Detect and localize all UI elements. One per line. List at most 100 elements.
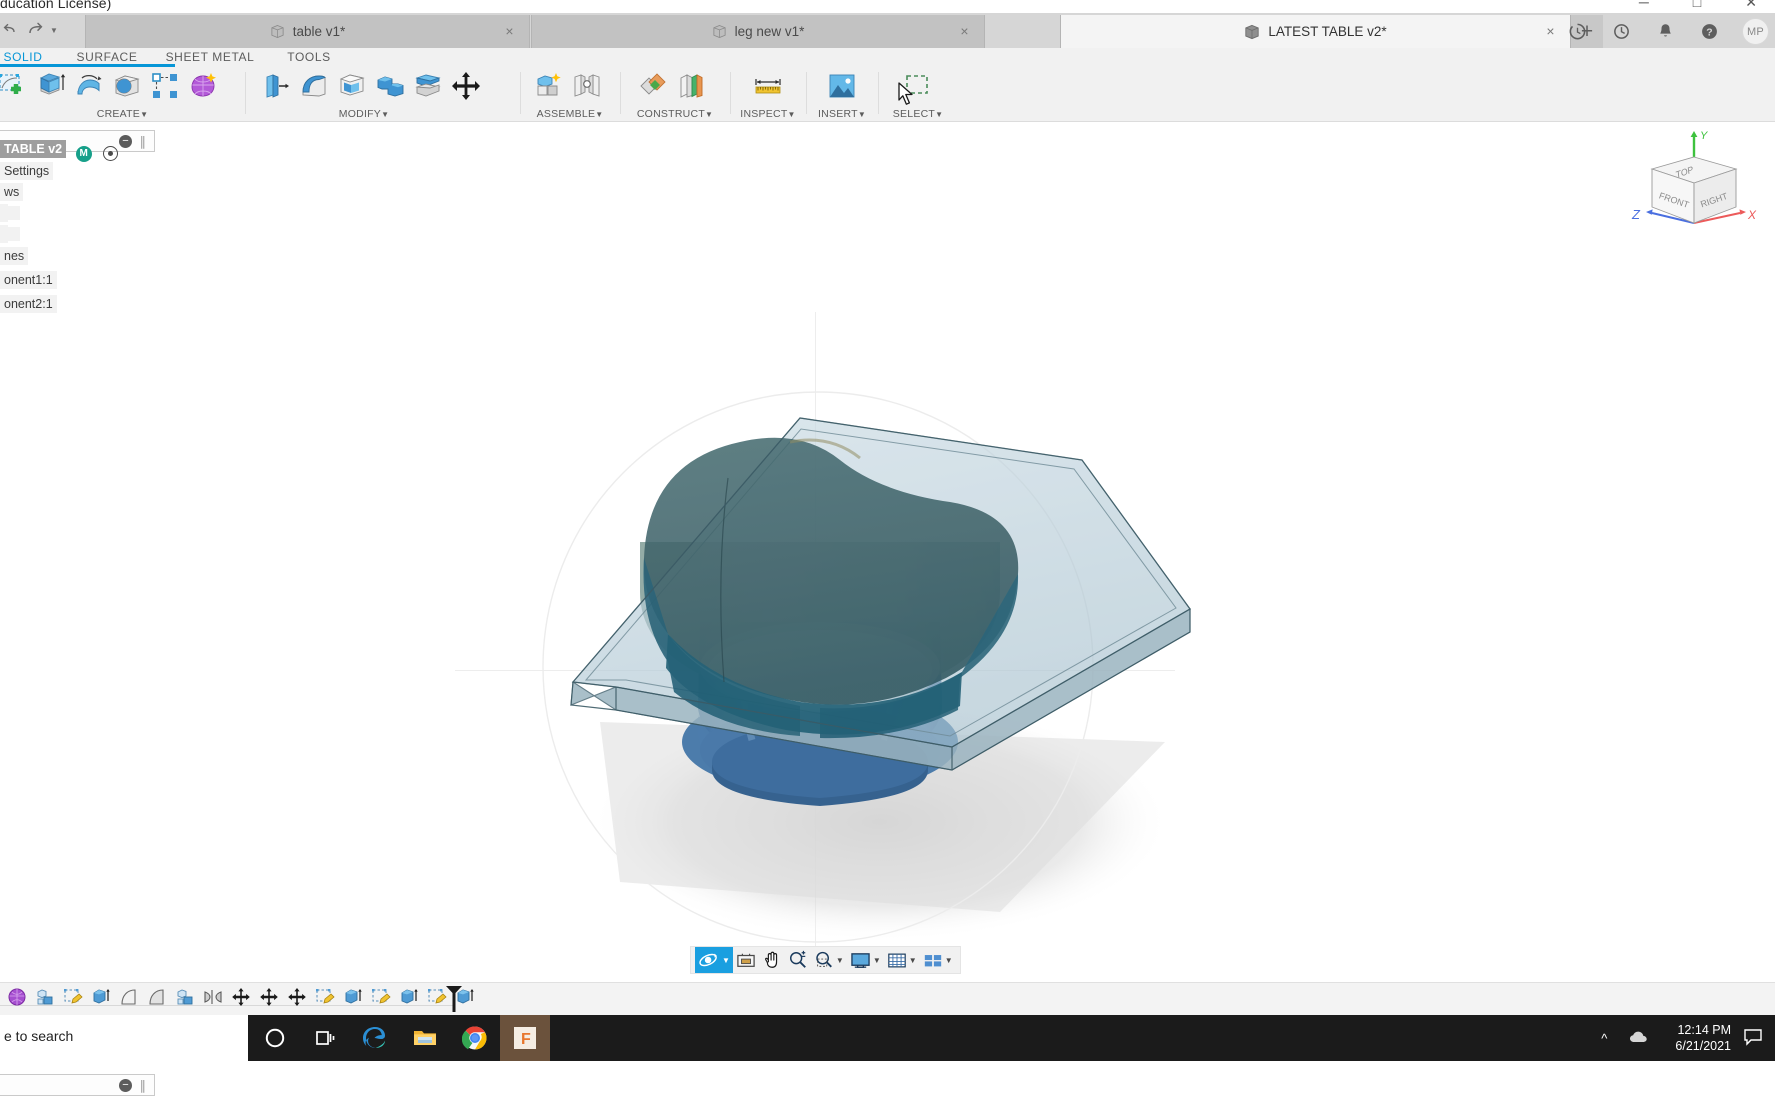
insert-image-icon[interactable] [823,68,861,104]
redo-dropdown-icon[interactable]: ▼ [50,26,58,35]
browser-row-planes[interactable]: nes [0,247,29,265]
offset-plane-icon[interactable] [634,68,672,104]
timeline-feature-extrude[interactable] [90,986,112,1008]
browser-row-document[interactable]: TABLE v2 M [0,140,119,162]
pattern-icon[interactable] [146,68,184,104]
joint-icon[interactable] [568,68,606,104]
undo-icon[interactable] [2,21,18,40]
document-tab-table-v1[interactable]: table v1* × [85,15,530,48]
browser-row-settings[interactable]: Settings [0,162,54,180]
close-icon[interactable]: ✕ [1745,0,1757,11]
ribbon-panel-inspect-label[interactable]: INSPECT▼ [730,108,806,120]
redo-icon[interactable] [26,20,44,41]
browser-row-component2[interactable]: onent2:1 [0,295,57,313]
select-window-icon[interactable] [899,68,937,104]
collapse-minus-icon[interactable]: − [119,1079,132,1092]
ribbon-panel-construct-label[interactable]: CONSTRUCT▼ [620,108,730,120]
chevron-down-icon[interactable]: ▼ [722,956,730,965]
measure-icon[interactable] [749,68,787,104]
combine-icon[interactable] [371,68,409,104]
timeline-feature-extrude-3[interactable] [398,986,420,1008]
ribbon-panel-select-label[interactable]: SELECT▼ [878,108,958,120]
split-face-icon[interactable] [409,68,447,104]
document-tab-latest-table-v2[interactable]: LATEST TABLE v2* × [1060,15,1571,48]
task-view-icon[interactable] [300,1015,350,1061]
model-canvas[interactable]: Y X Z TOP FRONT RIGHT [0,122,1775,974]
timeline-feature-move-2[interactable] [258,986,280,1008]
viewports-icon[interactable]: ▼ [920,947,956,973]
timeline-feature-move-1[interactable] [230,986,252,1008]
browser-row-views[interactable]: ws [0,183,24,201]
plane-through-icon[interactable] [672,68,710,104]
cortana-icon[interactable] [250,1015,300,1061]
minimize-icon[interactable]: ─ [1639,0,1649,11]
comments-panel-bar[interactable]: − ∥ [0,1074,155,1096]
chevron-down-icon[interactable]: ▼ [909,956,917,965]
microsoft-edge-icon[interactable] [350,1015,400,1061]
extrude-icon[interactable] [32,68,70,104]
timeline-feature-extrude-2[interactable] [342,986,364,1008]
timeline-feature-sketch-2[interactable] [314,986,336,1008]
shell-icon[interactable] [333,68,371,104]
file-explorer-icon[interactable] [400,1015,450,1061]
quick-access-toolbar[interactable]: ▼ [0,13,75,48]
ribbon-tab-sheet-metal[interactable]: SHEET METAL [160,49,260,64]
taskbar-search-box[interactable]: e to search [0,1015,248,1061]
browser-row-blank-1[interactable] [0,204,20,222]
tab-close-icon[interactable]: × [957,24,972,39]
visibility-eye-icon[interactable] [103,146,119,161]
timeline-feature-component-2[interactable] [174,986,196,1008]
browser-row-blank-2[interactable] [0,225,20,243]
fillet-icon[interactable] [295,68,333,104]
timeline-end-marker[interactable] [445,985,463,1012]
help-question-icon[interactable]: ? [1698,21,1720,43]
view-cube[interactable]: Y X Z TOP FRONT RIGHT [1622,127,1767,237]
ribbon-tab-solid[interactable]: SOLID [2,49,44,64]
collapse-minus-icon[interactable]: − [119,135,132,148]
tab-close-icon[interactable]: × [1543,24,1558,39]
maximize-icon[interactable]: □ [1693,0,1701,11]
timeline-feature-mirror[interactable] [202,986,224,1008]
ribbon-panel-create-label[interactable]: CREATE▼ [0,108,245,120]
ribbon-panel-insert-label[interactable]: INSERT▼ [806,108,878,120]
timeline-feature-loft-2[interactable] [146,986,168,1008]
display-mode-icon[interactable]: ▼ [847,947,884,973]
grid-snaps-icon[interactable]: ▼ [884,947,920,973]
show-hidden-icons-chevron[interactable]: ^ [1601,1031,1607,1046]
window-controls[interactable]: ─ □ ✕ [1639,0,1757,11]
table-assembly-model[interactable] [0,122,1775,974]
revolve-icon[interactable] [70,68,108,104]
onedrive-cloud-icon[interactable] [1629,1030,1649,1047]
ribbon-panel-modify-label[interactable]: MODIFY▼ [235,108,493,120]
action-center-icon[interactable] [1743,1028,1763,1049]
timeline-feature-form[interactable] [6,986,28,1008]
timeline-feature-move-3[interactable] [286,986,308,1008]
browser-row-component1[interactable]: onent1:1 [0,271,57,289]
timeline-feature-component[interactable] [34,986,56,1008]
timeline-feature-loft-1[interactable] [118,986,140,1008]
fusion360-icon[interactable]: F [500,1015,550,1061]
chevron-down-icon[interactable]: ▼ [836,956,844,965]
ribbon-panel-assemble-label[interactable]: ASSEMBLE▼ [520,108,620,120]
taskbar-clock[interactable]: 12:14 PM 6/21/2021 [1675,1022,1731,1054]
job-status-icon[interactable] [1566,21,1588,43]
material-m-badge[interactable]: M [75,145,92,162]
document-tab-leg-new-v1[interactable]: leg new v1* × [531,15,985,48]
chevron-down-icon[interactable]: ▼ [873,956,881,965]
google-chrome-icon[interactable] [450,1015,500,1061]
new-sketch-icon[interactable] [0,68,32,104]
timeline-feature-sketch[interactable] [62,986,84,1008]
avatar[interactable]: MP [1742,18,1769,45]
ribbon-tab-surface[interactable]: SURFACE [68,49,146,64]
orbit-icon[interactable]: ▼ [695,947,733,973]
panel-grip-icon[interactable]: ∥ [140,1078,147,1094]
zoom-icon[interactable] [785,947,811,973]
ribbon-tab-tools[interactable]: TOOLS [280,49,338,64]
timeline-feature-sketch-3[interactable] [370,986,392,1008]
move-copy-icon[interactable] [447,68,485,104]
chevron-down-icon[interactable]: ▼ [945,956,953,965]
recent-activity-icon[interactable] [1610,21,1632,43]
fit-zoom-window-icon[interactable]: ▼ [811,947,847,973]
new-component-icon[interactable] [530,68,568,104]
form-icon[interactable] [184,68,222,104]
